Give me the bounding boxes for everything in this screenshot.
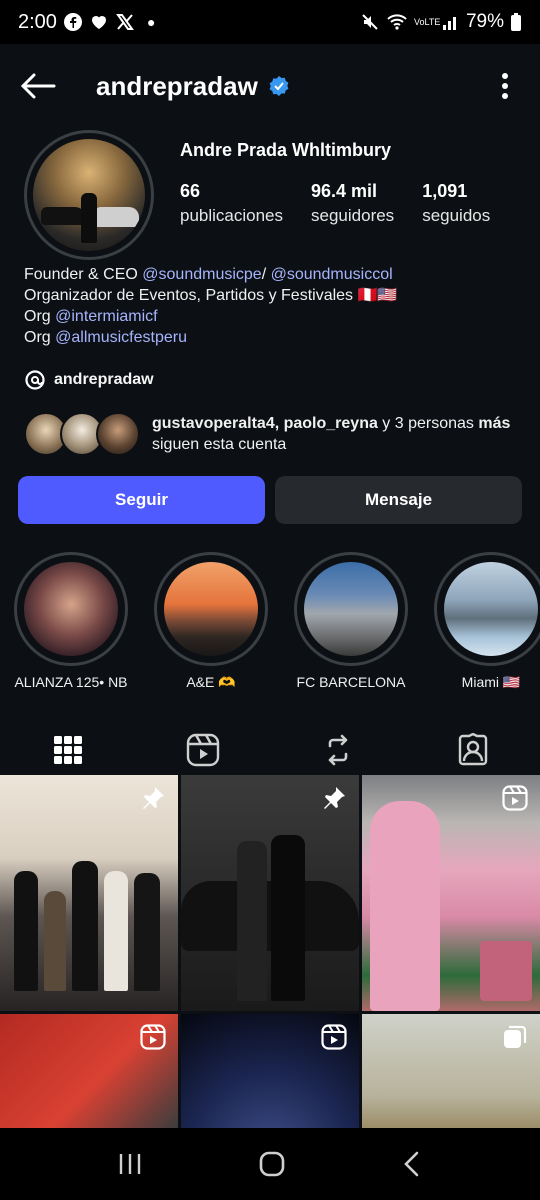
threads-icon [25,370,45,390]
highlight-item[interactable]: Miami 🇺🇸 [434,552,540,691]
profile-tabs [0,721,540,779]
back-nav-icon[interactable] [401,1151,423,1177]
highlight-cover [444,562,538,656]
bio-line-4: Org @allmusicfestperu [24,327,516,348]
stat-posts-label: publicaciones [180,206,284,225]
mention-link[interactable]: @intermiamicf [55,308,157,325]
followed-by[interactable]: gustavoperalta4, paolo_reyna y 3 persona… [0,408,540,460]
heart-icon [91,16,106,29]
highlight-label: ALIANZA 125• NB [14,674,128,690]
tab-reposts[interactable] [270,721,405,779]
battery-percent: 79% [465,11,504,32]
follow-button[interactable]: Seguir [18,476,265,524]
reel-icon [321,1024,347,1050]
mention-link[interactable]: @soundmusicpe [142,266,261,283]
message-button[interactable]: Mensaje [275,476,522,524]
post-thumbnail[interactable] [181,1014,359,1128]
post-thumbnail[interactable] [0,1014,178,1128]
tab-reels[interactable] [135,721,270,779]
bio-text: Founder & CEO [24,266,143,283]
highlight-label: Miami 🇺🇸 [461,674,521,690]
post-thumbnail[interactable] [362,775,540,1011]
stat-followers-label: seguidores [311,206,395,225]
full-name: Andre Prada Whltimbury [180,140,392,160]
post-thumbnail[interactable] [181,775,359,1011]
bio-text: Org [24,329,56,346]
mutual-avatars [24,412,140,456]
posts-grid [0,775,540,1128]
mute-icon [362,14,378,30]
stat-followers-value: 96.4 mil [311,181,378,201]
bio-line-3: Org @intermiamicf [24,306,516,327]
signal-icon [442,17,456,30]
tagged-icon [458,733,487,766]
status-bar: 2:00 ● VoLTE 79% [0,0,540,44]
post-thumbnail[interactable] [0,775,178,1011]
stat-following-label: seguidos [422,206,491,225]
notification-dot-icon: ● [146,14,156,30]
home-icon[interactable] [258,1150,286,1178]
pin-icon [324,787,345,809]
bio: Founder & CEO @soundmusicpe/ @soundmusic… [0,264,540,348]
highlight-cover [24,562,118,656]
grid-icon [53,736,82,764]
highlight-label: FC BARCELONA [296,674,406,690]
verified-badge-icon [269,76,289,96]
profile-header: Andre Prada Whltimbury 66 publicaciones … [0,128,540,268]
back-button[interactable] [20,66,60,106]
avatar [96,412,140,456]
recent-apps-icon[interactable] [117,1151,143,1177]
status-time: 2:00 [18,10,57,33]
stat-posts-value: 66 [180,181,201,201]
followed-by-suffix: siguen esta cuenta [152,436,287,453]
reel-icon [140,1024,166,1050]
volte-label: VoLTE [413,16,441,27]
wifi-icon [387,14,407,30]
bio-text: / [261,266,271,283]
header-username: andrepradaw [96,70,258,101]
stat-following-value: 1,091 [422,181,468,201]
reposts-icon [328,734,347,766]
arrow-left-icon [20,73,56,99]
mention-link[interactable]: @soundmusiccol [271,266,393,283]
followed-by-more: más [478,415,511,432]
highlight-label: A&E 🫶 [186,674,236,690]
threads-handle: andrepradaw [54,371,154,388]
tab-posts[interactable] [0,721,135,779]
more-vertical-icon [502,73,508,99]
reel-icon [502,785,528,811]
highlight-item[interactable]: ALIANZA 125• NB [14,552,128,691]
threads-link[interactable]: andrepradaw [0,366,540,394]
carousel-icon [504,1025,527,1048]
followed-by-names: gustavoperalta4, paolo_reyna [152,415,378,432]
profile-screen: andrepradaw Andre Prada Whltimbury 66 pu… [0,44,540,1128]
x-icon [115,14,134,30]
reels-icon [186,733,219,767]
profile-avatar[interactable] [24,130,154,260]
bio-text: Org [24,308,56,325]
stat-followers[interactable]: 96.4 mil seguidores [311,181,394,226]
profile-actions: Seguir Mensaje [0,476,540,524]
facebook-icon [63,13,82,31]
mention-link[interactable]: @allmusicfestperu [55,329,187,346]
followed-by-text: gustavoperalta4, paolo_reyna y 3 persona… [152,413,516,455]
story-highlights: ALIANZA 125• NB A&E 🫶 FC BARCELONA Miami… [0,552,540,691]
system-nav-bar [0,1128,540,1200]
highlight-item[interactable]: A&E 🫶 [154,552,268,691]
post-thumbnail[interactable] [362,1014,540,1128]
bio-line-2: Organizador de Eventos, Partidos y Festi… [24,287,398,304]
highlight-item[interactable]: FC BARCELONA [294,552,408,691]
highlight-cover [164,562,258,656]
top-bar: andrepradaw [0,44,540,128]
followed-by-middle: y 3 personas [377,415,479,432]
pin-icon [143,787,164,809]
profile-stats: 66 publicaciones 96.4 mil seguidores 1,0… [180,181,516,226]
stat-posts[interactable]: 66 publicaciones [180,181,283,226]
battery-icon [511,13,521,31]
avatar-image [33,139,145,251]
stat-following[interactable]: 1,091 seguidos [422,181,490,226]
highlight-cover [304,562,398,656]
tab-tagged[interactable] [405,721,540,779]
more-options-button[interactable] [490,66,520,106]
